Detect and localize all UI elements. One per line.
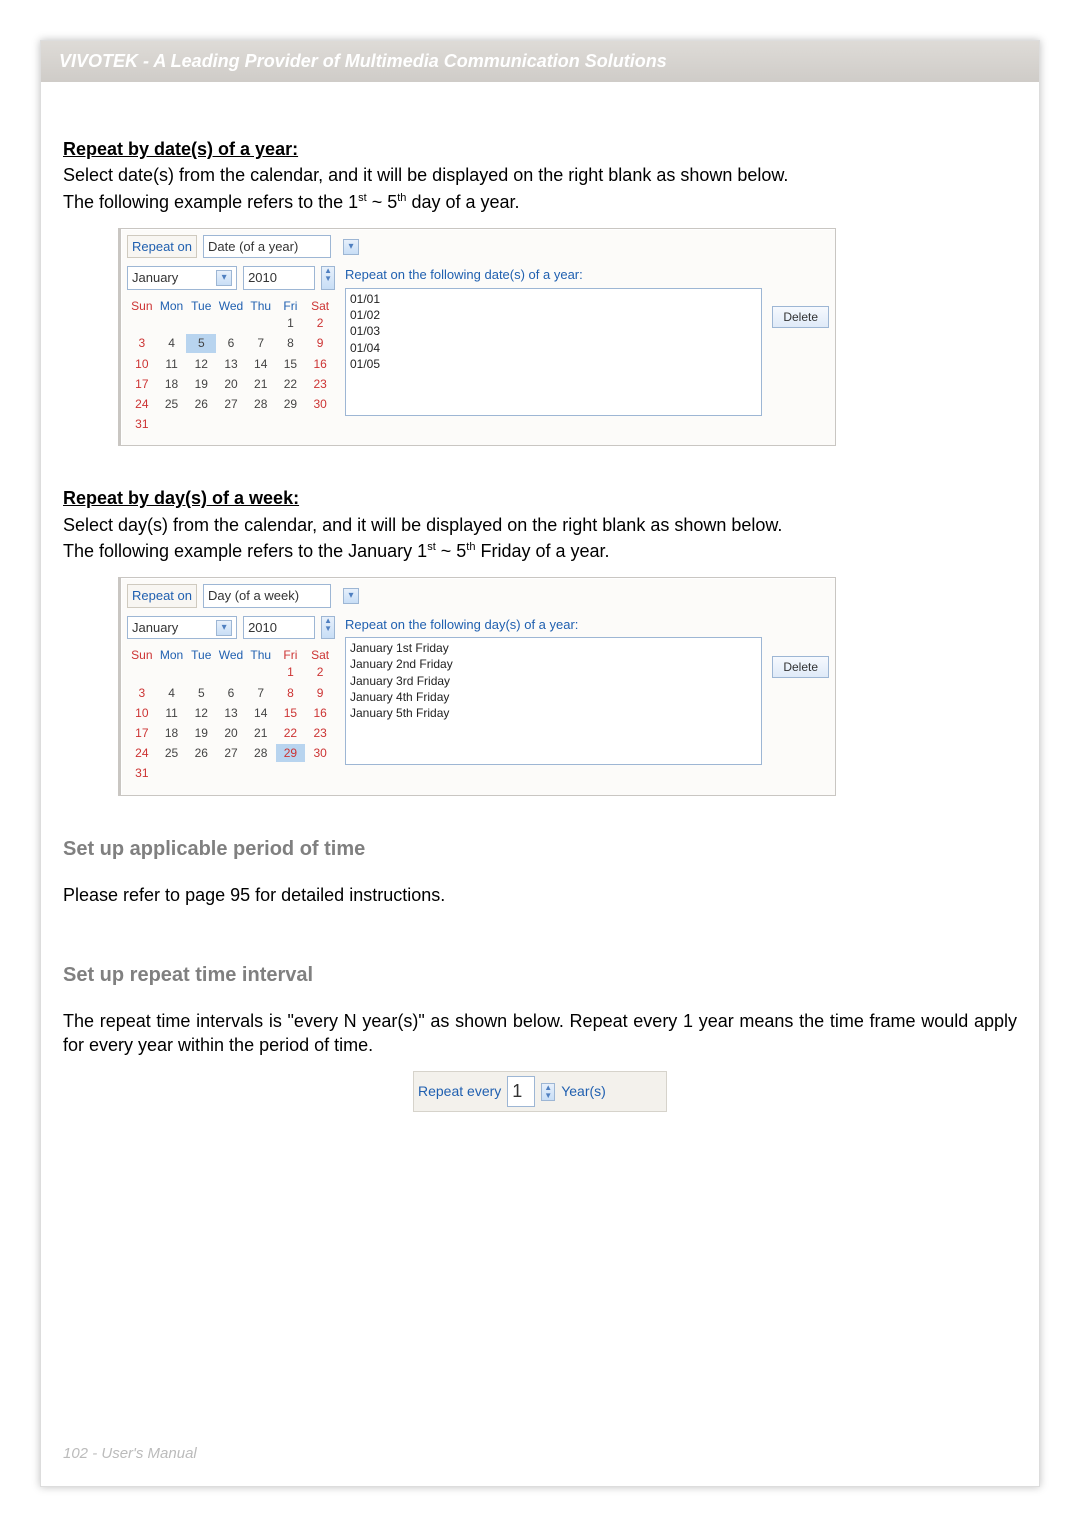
heading-repeat-day: Repeat by day(s) of a week: [63,486,1017,510]
weekday-label: Mon [157,647,187,663]
heading-repeat-interval: Set up repeat time interval [63,962,1017,989]
repeat-spinner[interactable]: ▲▼ [541,1083,555,1101]
label-repeat-every: Repeat every [418,1082,501,1101]
weekday-label: Fri [276,298,306,314]
screenshot-repeat-day: Repeat on Day (of a week) ▾ January ▾ 20… [118,577,836,795]
list-item: 01/02 [350,307,757,323]
weekday-label: Wed [216,647,246,663]
label-repeat-on: Repeat on [127,235,197,259]
weekday-label: Sun [127,647,157,663]
heading-repeat-date: Repeat by date(s) of a year: [63,137,1017,161]
text-sec2-line1: Select day(s) from the calendar, and it … [63,513,1017,537]
list-item: January 3rd Friday [350,673,757,689]
label-years-unit: Year(s) [561,1082,606,1101]
calendar-grid[interactable]: 12 3456789 10111213141516 17181920212223… [127,663,335,782]
input-year[interactable]: 2010 [243,266,315,290]
chevron-down-icon[interactable]: ▾ [216,620,232,636]
chevron-down-icon[interactable]: ▾ [343,239,359,255]
chevron-down-icon[interactable]: ▾ [216,270,232,286]
screenshot-repeat-every: Repeat every 1 ▲▼ Year(s) [413,1071,667,1111]
text-sec2-line2: The following example refers to the Janu… [63,539,1017,563]
weekday-label: Mon [157,298,187,314]
input-year[interactable]: 2010 [243,616,315,640]
text-sec4: The repeat time intervals is "every N ye… [63,1009,1017,1058]
delete-button[interactable]: Delete [772,656,829,678]
list-item: 01/04 [350,340,757,356]
label-repeat-on: Repeat on [127,584,197,608]
select-repeat-mode[interactable]: Day (of a week) [203,584,331,608]
weekday-label: Thu [246,298,276,314]
heading-applicable-period: Set up applicable period of time [63,836,1017,863]
label-result-dates: Repeat on the following date(s) of a yea… [345,266,762,284]
page-footer: 102 - User's Manual [63,1445,197,1462]
chevron-down-icon[interactable]: ▾ [343,588,359,604]
select-month[interactable]: January ▾ [127,616,237,640]
delete-button[interactable]: Delete [772,306,829,328]
weekday-label: Fri [276,647,306,663]
weekday-label: Sat [305,647,335,663]
select-repeat-mode[interactable]: Date (of a year) [203,235,331,259]
year-spinner[interactable]: ▲▼ [321,616,335,640]
select-month[interactable]: January ▾ [127,266,237,290]
list-item: January 5th Friday [350,705,757,721]
label-result-days: Repeat on the following day(s) of a year… [345,616,762,634]
list-item: 01/01 [350,291,757,307]
page-header: VIVOTEK - A Leading Provider of Multimed… [41,41,1039,82]
result-list-days[interactable]: January 1st Friday January 2nd Friday Ja… [345,637,762,765]
list-item: January 1st Friday [350,640,757,656]
list-item: January 4th Friday [350,689,757,705]
screenshot-repeat-date: Repeat on Date (of a year) ▾ January ▾ 2… [118,228,836,446]
weekday-label: Tue [186,647,216,663]
text-sec1-line1: Select date(s) from the calendar, and it… [63,163,1017,187]
list-item: January 2nd Friday [350,656,757,672]
weekday-label: Wed [216,298,246,314]
weekday-label: Thu [246,647,276,663]
list-item: 01/03 [350,323,757,339]
weekday-label: Sat [305,298,335,314]
result-list-dates[interactable]: 01/01 01/02 01/03 01/04 01/05 [345,288,762,416]
weekday-label: Sun [127,298,157,314]
year-spinner[interactable]: ▲▼ [321,266,335,290]
input-repeat-number[interactable]: 1 [507,1076,535,1106]
list-item: 01/05 [350,356,757,372]
calendar-grid[interactable]: 12 3456789 10111213141516 17181920212223… [127,314,335,433]
text-sec3: Please refer to page 95 for detailed ins… [63,883,1017,907]
text-sec1-line2: The following example refers to the 1st … [63,190,1017,214]
weekday-label: Tue [186,298,216,314]
